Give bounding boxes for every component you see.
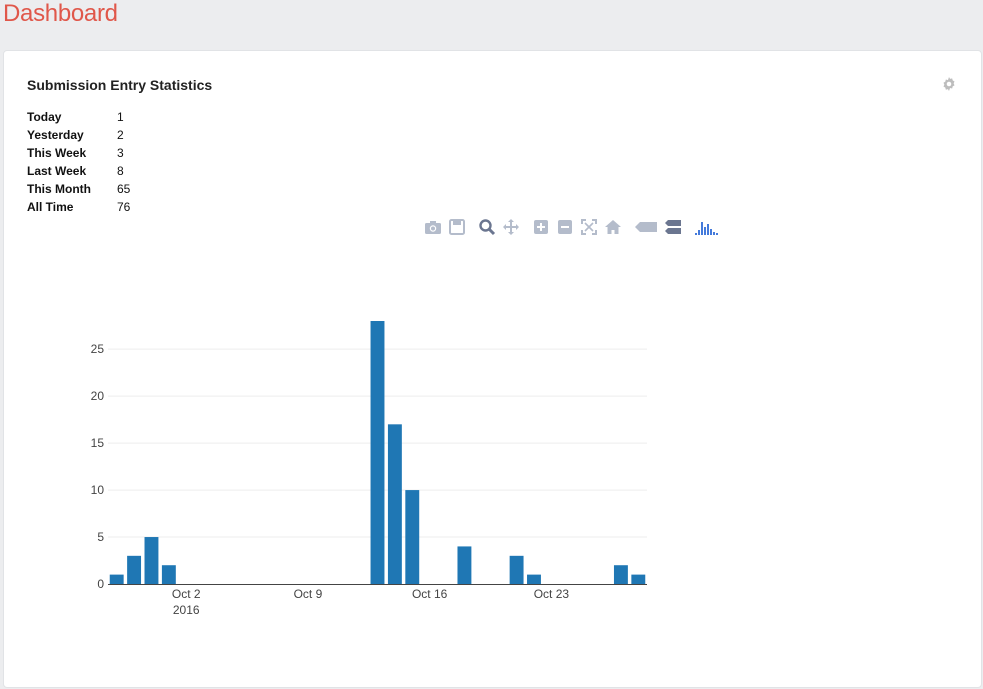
bar-chart: 0 5 10 15 20 25 Oct 2 2016 Oct 9 Oct 16 Oct 23 xyxy=(91,321,647,617)
x-tick-label: Oct 23 xyxy=(534,587,570,601)
bar xyxy=(109,574,124,584)
bar xyxy=(387,424,402,584)
bar xyxy=(370,321,385,584)
y-tick-label: 20 xyxy=(91,389,105,403)
x-tick-label: Oct 9 xyxy=(294,587,323,601)
bar xyxy=(144,537,159,584)
bar xyxy=(405,490,420,584)
bar xyxy=(457,546,472,584)
y-tick-label: 15 xyxy=(91,436,105,450)
bar xyxy=(613,565,628,584)
bar xyxy=(631,574,646,584)
y-tick-label: 25 xyxy=(91,342,105,356)
y-tick-label: 0 xyxy=(97,577,104,591)
y-tick-label: 10 xyxy=(91,483,105,497)
y-tick-label: 5 xyxy=(97,530,104,544)
bar xyxy=(127,555,142,584)
bar xyxy=(161,565,176,584)
x-tick-sublabel: 2016 xyxy=(173,603,200,617)
bar xyxy=(527,574,541,584)
x-tick-label: Oct 2 xyxy=(172,587,201,601)
x-tick-label: Oct 16 xyxy=(412,587,448,601)
bar xyxy=(509,555,524,584)
